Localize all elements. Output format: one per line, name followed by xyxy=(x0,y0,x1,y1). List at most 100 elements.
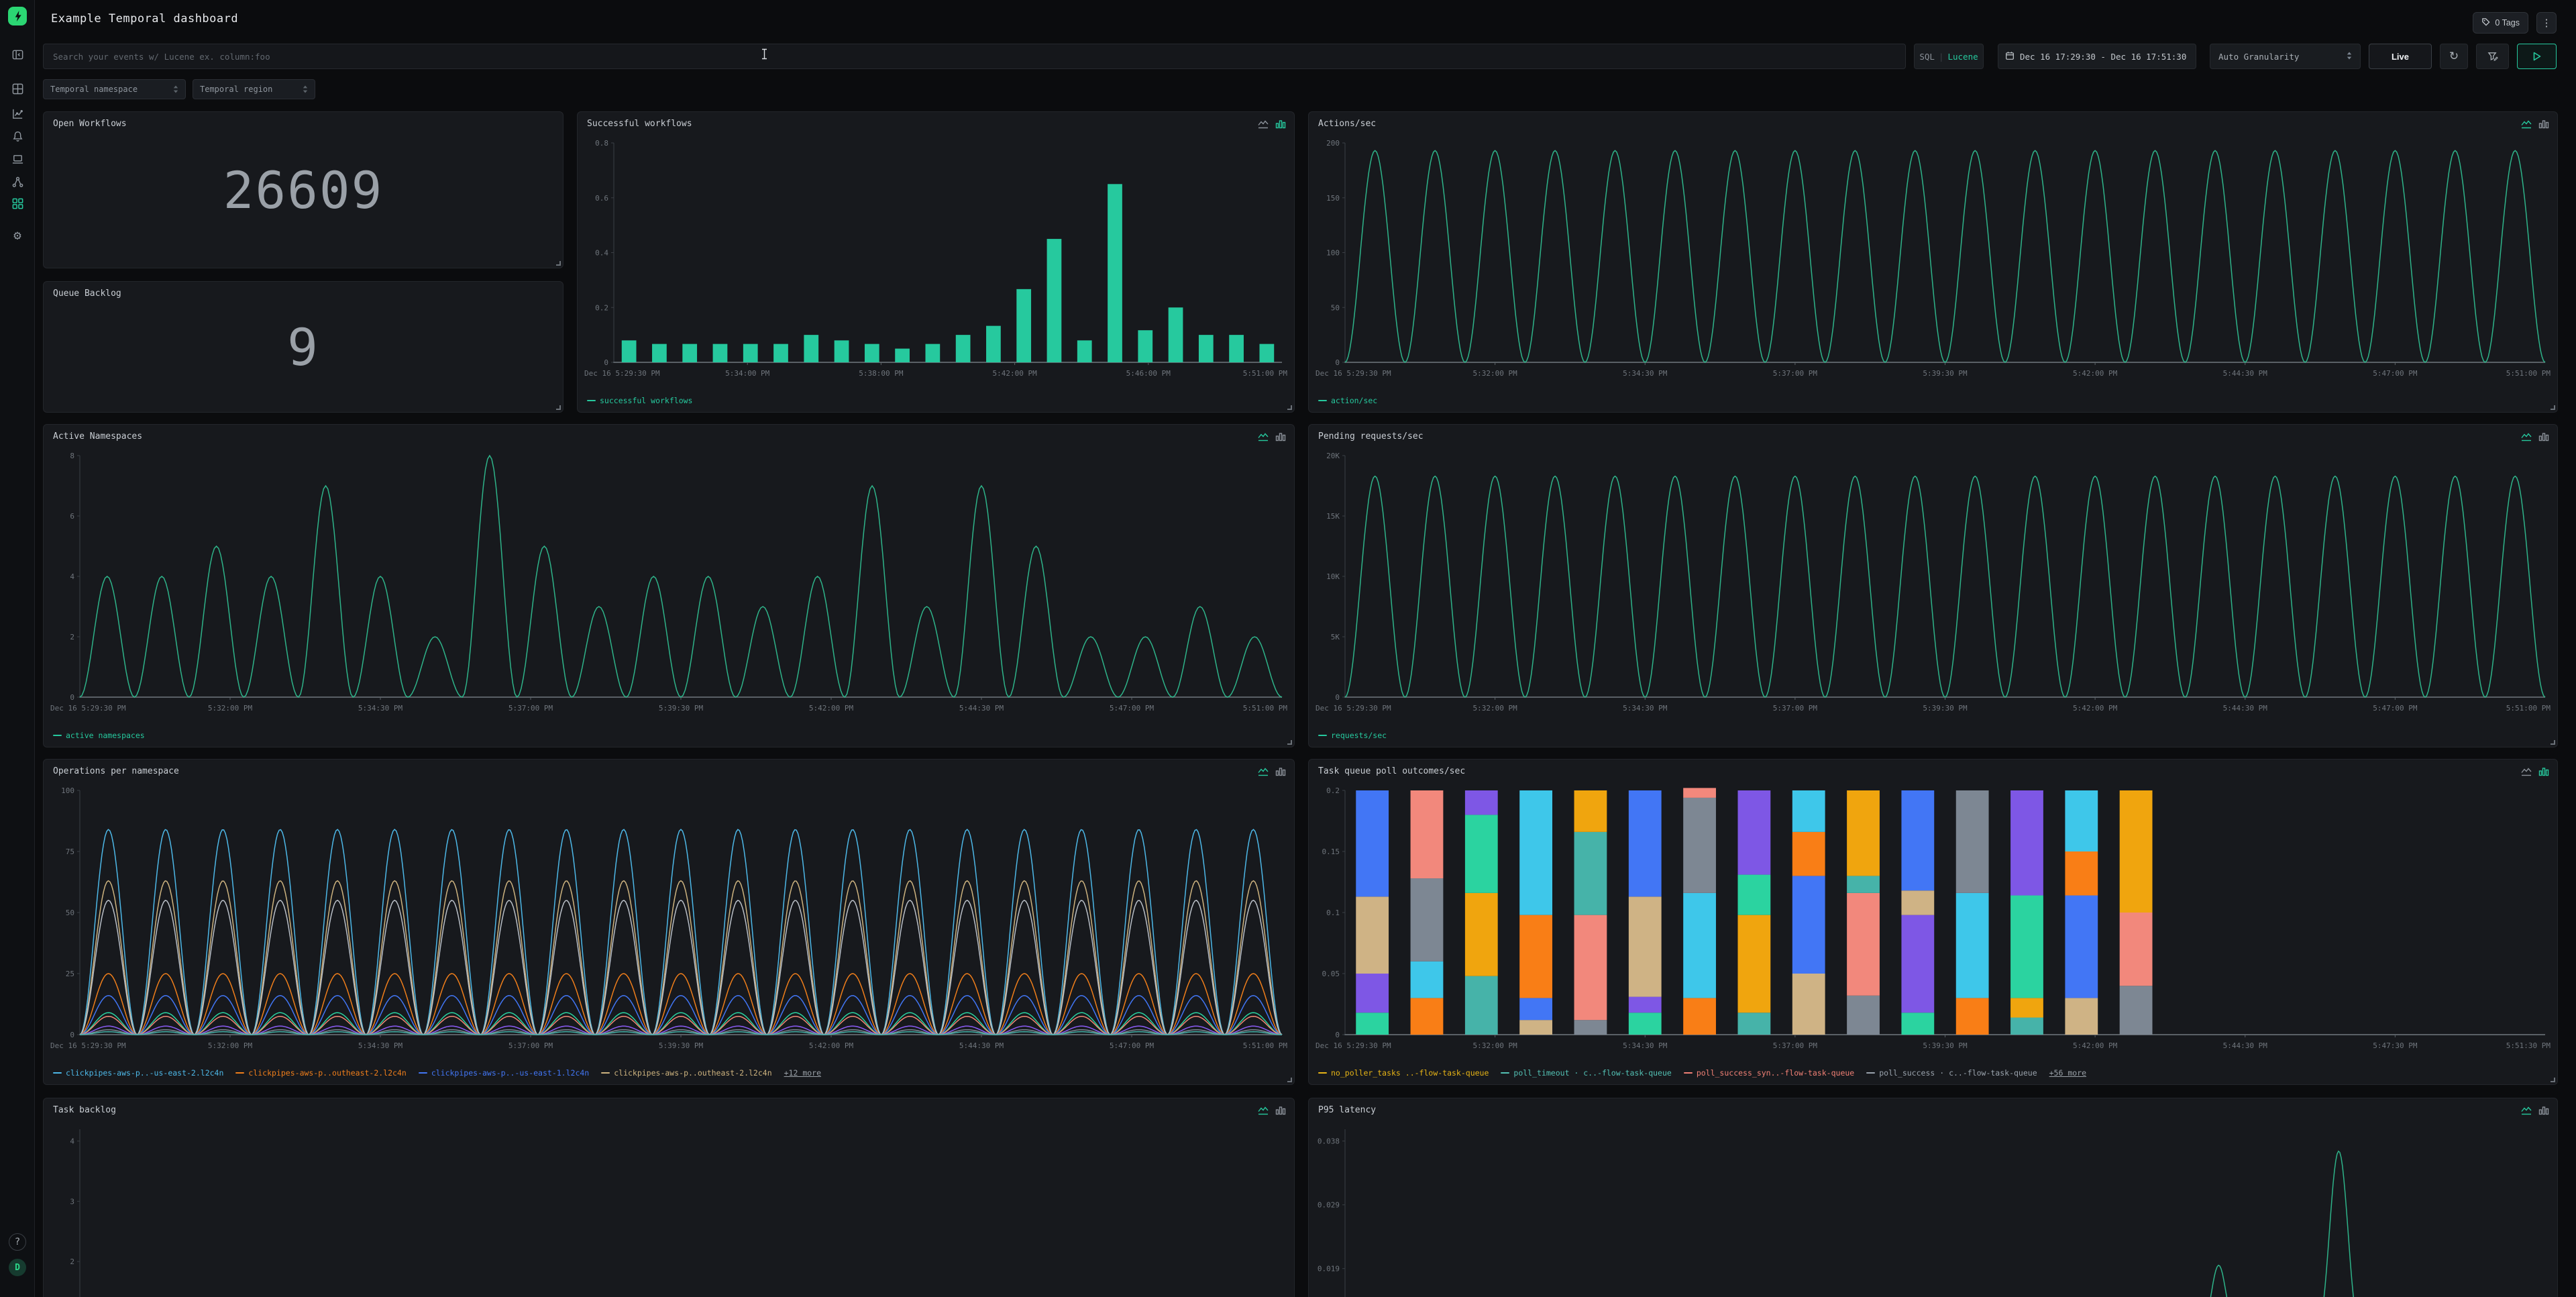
line-chart-toggle-icon[interactable] xyxy=(2521,431,2532,444)
bar-chart-toggle-icon[interactable] xyxy=(1275,766,1286,779)
bar-chart[interactable]: 00.20.40.60.8Dec 16 5:29:30 PM5:34:00 PM… xyxy=(583,136,1289,382)
chart-legend[interactable]: active namespaces xyxy=(53,731,145,740)
chart-legend[interactable]: clickpipes-aws-p..-us-east-2.l2c4n clickp… xyxy=(53,1068,821,1078)
tags-button[interactable]: 0 Tags xyxy=(2473,12,2528,34)
line-chart-toggle-icon[interactable] xyxy=(2521,766,2532,779)
views-icon[interactable] xyxy=(10,81,25,96)
svg-text:5:44:30 PM: 5:44:30 PM xyxy=(2223,1041,2268,1050)
resize-handle[interactable] xyxy=(1287,740,1292,745)
line-chart-toggle-icon[interactable] xyxy=(1258,119,1269,132)
chart-legend[interactable]: requests/sec xyxy=(1318,731,1387,740)
legend-item[interactable]: poll_timeout · c..-flow-task-queue xyxy=(1501,1068,1671,1078)
svg-text:200: 200 xyxy=(1326,139,1340,148)
legend-item[interactable]: active namespaces xyxy=(53,731,145,740)
bar-chart-toggle-icon[interactable] xyxy=(1275,119,1286,132)
line-chart-toggle-icon[interactable] xyxy=(1258,431,1269,444)
legend-item[interactable]: clickpipes-aws-p..outheast-2.l2c4n xyxy=(601,1068,771,1078)
resize-handle[interactable] xyxy=(2551,1078,2555,1082)
bar-chart-toggle-icon[interactable] xyxy=(2538,766,2549,779)
svg-text:0: 0 xyxy=(70,1031,74,1039)
svg-text:Dec 16 5:29:30 PM: Dec 16 5:29:30 PM xyxy=(1316,704,1391,713)
legend-more-link[interactable]: +56 more xyxy=(2049,1068,2086,1078)
svg-text:5:34:30 PM: 5:34:30 PM xyxy=(1623,369,1668,378)
svg-text:5:37:00 PM: 5:37:00 PM xyxy=(1773,704,1818,713)
line-chart-toggle-icon[interactable] xyxy=(1258,766,1269,779)
legend-item[interactable]: poll_success · c..-flow-task-queue xyxy=(1866,1068,2037,1078)
sidebar-collapse-icon[interactable] xyxy=(10,47,25,62)
chart-legend[interactable]: successful workflows xyxy=(587,396,692,405)
resize-handle[interactable] xyxy=(2551,740,2555,745)
resize-handle[interactable] xyxy=(556,261,561,266)
multi-line-chart[interactable]: 0255075100Dec 16 5:29:30 PM5:32:00 PM5:3… xyxy=(49,784,1289,1055)
dashboards-icon[interactable] xyxy=(10,196,25,211)
line-chart-toggle-icon[interactable] xyxy=(1258,1105,1269,1118)
resize-handle[interactable] xyxy=(2551,405,2555,410)
resize-handle[interactable] xyxy=(1287,1078,1292,1082)
svg-text:5:37:00 PM: 5:37:00 PM xyxy=(1773,369,1818,378)
legend-item[interactable]: clickpipes-aws-p..-us-east-2.l2c4n xyxy=(53,1068,223,1078)
svg-text:5:44:30 PM: 5:44:30 PM xyxy=(959,704,1004,713)
mode-sql[interactable]: SQL xyxy=(1919,52,1935,62)
calendar-icon xyxy=(2005,51,2015,62)
legend-item[interactable]: clickpipes-aws-p..-us-east-1.l2c4n xyxy=(419,1068,589,1078)
svg-text:5:47:00 PM: 5:47:00 PM xyxy=(1110,1041,1155,1050)
search-input[interactable] xyxy=(43,44,1906,69)
legend-item[interactable]: successful workflows xyxy=(587,396,692,405)
user-avatar[interactable]: D xyxy=(9,1259,26,1276)
explorer-icon[interactable] xyxy=(10,106,25,121)
line-chart[interactable]: 050100150200Dec 16 5:29:30 PM5:32:00 PM5… xyxy=(1314,136,2552,382)
legend-item[interactable]: action/sec xyxy=(1318,396,1377,405)
legend-item[interactable]: poll_success_syn..-flow-task-queue xyxy=(1684,1068,1854,1078)
svg-text:100: 100 xyxy=(1326,249,1340,258)
legend-item[interactable]: requests/sec xyxy=(1318,731,1387,740)
live-button[interactable]: Live xyxy=(2369,44,2432,69)
bar-chart-toggle-icon[interactable] xyxy=(1275,431,1286,444)
mode-lucene[interactable]: Lucene xyxy=(1947,52,1978,62)
bar-chart-toggle-icon[interactable] xyxy=(2538,1105,2549,1118)
legend-item[interactable]: no_poller_tasks ..-flow-task-queue xyxy=(1318,1068,1489,1078)
line-chart-toggle-icon[interactable] xyxy=(2521,119,2532,132)
help-button[interactable]: ? xyxy=(9,1233,26,1251)
svg-text:5:32:00 PM: 5:32:00 PM xyxy=(1473,369,1518,378)
svg-text:5:44:30 PM: 5:44:30 PM xyxy=(2223,369,2268,378)
run-query-button[interactable] xyxy=(2517,44,2557,69)
bar-chart-toggle-icon[interactable] xyxy=(2538,119,2549,132)
legend-item[interactable]: clickpipes-aws-p..outheast-2.l2c4n xyxy=(235,1068,406,1078)
service-map-icon[interactable] xyxy=(10,174,25,189)
line-chart[interactable]: 05K10K15K20KDec 16 5:29:30 PM5:32:00 PM5… xyxy=(1314,449,2552,717)
svg-text:2: 2 xyxy=(70,1257,74,1266)
chart-legend[interactable]: action/sec xyxy=(1318,396,1377,405)
svg-text:5:39:30 PM: 5:39:30 PM xyxy=(1923,1041,1968,1050)
resize-handle[interactable] xyxy=(1287,405,1292,410)
alerts-bell-icon[interactable] xyxy=(10,129,25,144)
svg-text:2: 2 xyxy=(70,633,74,641)
svg-text:5:47:30 PM: 5:47:30 PM xyxy=(2373,1041,2418,1050)
line-chart-toggle-icon[interactable] xyxy=(2521,1105,2532,1118)
tag-icon xyxy=(2481,17,2490,28)
filter-temporal-namespace[interactable]: Temporal namespace xyxy=(43,79,186,99)
chart-legend[interactable]: no_poller_tasks ..-flow-task-queue poll_t… xyxy=(1318,1068,2086,1078)
legend-more-link[interactable]: +12 more xyxy=(784,1068,821,1078)
svg-text:5:34:30 PM: 5:34:30 PM xyxy=(1623,1041,1668,1050)
granularity-select[interactable]: Auto Granularity xyxy=(2210,44,2361,69)
time-range-picker[interactable]: Dec 16 17:29:30 - Dec 16 17:51:30 xyxy=(1998,44,2196,69)
app-logo-icon[interactable] xyxy=(8,7,27,25)
bar-chart-toggle-icon[interactable] xyxy=(1275,1105,1286,1118)
hosts-icon[interactable] xyxy=(10,152,25,166)
settings-gear-icon[interactable]: ⚙ xyxy=(10,228,25,243)
line-chart[interactable]: 432 xyxy=(49,1123,1289,1297)
query-mode-toggle[interactable]: SQL | Lucene xyxy=(1914,44,1984,69)
line-chart[interactable]: 0.0380.0290.019 xyxy=(1314,1123,2552,1297)
filter-temporal-region[interactable]: Temporal region xyxy=(193,79,315,99)
bar-chart-toggle-icon[interactable] xyxy=(2538,431,2549,444)
stacked-bar-chart[interactable]: 00.050.10.150.2Dec 16 5:29:30 PM5:32:00 … xyxy=(1314,784,2552,1055)
filter-config-button[interactable] xyxy=(2476,44,2509,69)
svg-text:50: 50 xyxy=(66,909,74,917)
panel-title: Open Workflows xyxy=(53,119,127,129)
more-options-kebab-icon[interactable]: ⋮ xyxy=(2536,12,2557,34)
refresh-button[interactable]: ↻ xyxy=(2440,44,2468,69)
svg-text:5:44:30 PM: 5:44:30 PM xyxy=(959,1041,1004,1050)
resize-handle[interactable] xyxy=(556,405,561,410)
panel-title: Actions/sec xyxy=(1318,119,1376,129)
line-chart[interactable]: 02468Dec 16 5:29:30 PM5:32:00 PM5:34:30 … xyxy=(49,449,1289,717)
